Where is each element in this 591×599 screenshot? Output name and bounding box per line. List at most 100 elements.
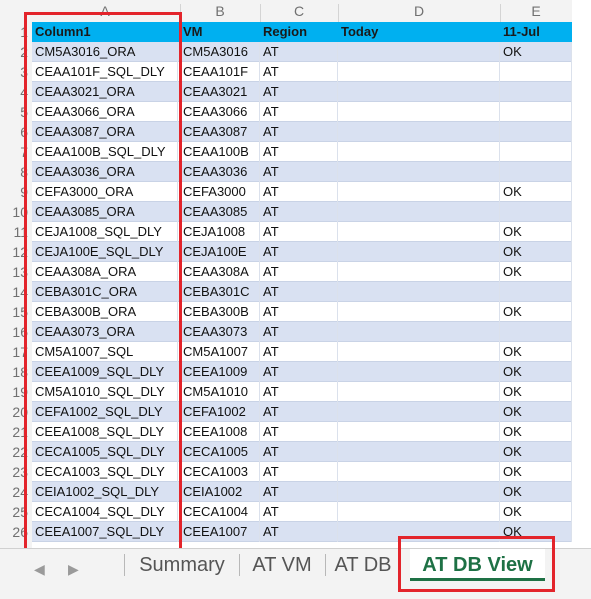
header-cell-region[interactable]: Region [260, 22, 338, 42]
cell-region[interactable]: AT [260, 102, 338, 122]
cell-region[interactable]: AT [260, 382, 338, 402]
cell-date[interactable]: OK [500, 302, 572, 322]
cell-vm[interactable]: CEAA3073 [180, 322, 260, 342]
cell-region[interactable]: AT [260, 502, 338, 522]
cell-region[interactable]: AT [260, 322, 338, 342]
cell-date[interactable]: OK [500, 262, 572, 282]
header-cell-date[interactable]: 11-Jul [500, 22, 572, 42]
cell-date[interactable]: OK [500, 422, 572, 442]
cell-vm[interactable]: CEAA3036 [180, 162, 260, 182]
cell-vm[interactable]: CEEA1009 [180, 362, 260, 382]
cell-today[interactable] [338, 202, 500, 222]
cell-date[interactable]: OK [500, 342, 572, 362]
tab-summary[interactable]: Summary [127, 549, 237, 581]
cell-date[interactable]: OK [500, 402, 572, 422]
cell-today[interactable] [338, 502, 500, 522]
cell-vm[interactable]: CEFA3000 [180, 182, 260, 202]
cell-vm[interactable]: CEEA1007 [180, 522, 260, 542]
cell-vm[interactable]: CEAA101F [180, 62, 260, 82]
column-header-c[interactable]: C [260, 0, 338, 22]
cell-vm[interactable]: CECA1004 [180, 502, 260, 522]
cell-vm[interactable]: CEAA3066 [180, 102, 260, 122]
column-header-e[interactable]: E [500, 0, 572, 22]
tab-at-vm[interactable]: AT VM [241, 549, 323, 581]
cell-vm[interactable]: CEBA300B [180, 302, 260, 322]
cell-region[interactable]: AT [260, 302, 338, 322]
cell-date[interactable] [500, 162, 572, 182]
cell-region[interactable]: AT [260, 222, 338, 242]
cell-today[interactable] [338, 302, 500, 322]
cell-date[interactable] [500, 282, 572, 302]
cell-vm[interactable]: CEIA1002 [180, 482, 260, 502]
cell-today[interactable] [338, 482, 500, 502]
cell-today[interactable] [338, 42, 500, 62]
cell-vm[interactable]: CM5A1007 [180, 342, 260, 362]
cell-date[interactable] [500, 122, 572, 142]
cell-today[interactable] [338, 182, 500, 202]
cell-region[interactable]: AT [260, 202, 338, 222]
cell-date[interactable]: OK [500, 362, 572, 382]
cell-region[interactable]: AT [260, 122, 338, 142]
cell-vm[interactable]: CEFA1002 [180, 402, 260, 422]
cell-region[interactable]: AT [260, 462, 338, 482]
cell-today[interactable] [338, 362, 500, 382]
cell-date[interactable]: OK [500, 462, 572, 482]
cell-date[interactable] [500, 142, 572, 162]
cell-region[interactable]: AT [260, 82, 338, 102]
cell-today[interactable] [338, 342, 500, 362]
cell-today[interactable] [338, 282, 500, 302]
cell-region[interactable]: AT [260, 422, 338, 442]
cell-vm[interactable]: CEEA1008 [180, 422, 260, 442]
cell-region[interactable]: AT [260, 342, 338, 362]
cell-date[interactable]: OK [500, 182, 572, 202]
cell-date[interactable]: OK [500, 222, 572, 242]
cell-region[interactable]: AT [260, 182, 338, 202]
cell-vm[interactable]: CM5A1010 [180, 382, 260, 402]
cell-date[interactable] [500, 202, 572, 222]
cell-vm[interactable]: CEBA301C [180, 282, 260, 302]
cell-date[interactable] [500, 322, 572, 342]
cell-region[interactable]: AT [260, 62, 338, 82]
cell-date[interactable] [500, 62, 572, 82]
cell-vm[interactable]: CEAA3021 [180, 82, 260, 102]
cell-region[interactable]: AT [260, 42, 338, 62]
cell-today[interactable] [338, 382, 500, 402]
cell-vm[interactable]: CEAA100B [180, 142, 260, 162]
cell-region[interactable]: AT [260, 402, 338, 422]
column-header-b[interactable]: B [180, 0, 260, 22]
cell-date[interactable]: OK [500, 42, 572, 62]
cell-today[interactable] [338, 242, 500, 262]
column-header-d[interactable]: D [338, 0, 500, 22]
header-cell-vm[interactable]: VM [180, 22, 260, 42]
cell-today[interactable] [338, 462, 500, 482]
cell-today[interactable] [338, 82, 500, 102]
cell-date[interactable]: OK [500, 242, 572, 262]
cell-vm[interactable]: CECA1003 [180, 462, 260, 482]
cell-date[interactable]: OK [500, 502, 572, 522]
cell-region[interactable]: AT [260, 482, 338, 502]
cell-region[interactable]: AT [260, 242, 338, 262]
cell-today[interactable] [338, 102, 500, 122]
header-cell-today[interactable]: Today [338, 22, 500, 42]
scroll-tabs-right-icon[interactable]: ▶ [68, 561, 79, 578]
scroll-tabs-left-icon[interactable]: ◀ [34, 561, 45, 578]
cell-vm[interactable]: CEAA3087 [180, 122, 260, 142]
tab-at-db[interactable]: AT DB [327, 549, 399, 581]
cell-today[interactable] [338, 442, 500, 462]
cell-today[interactable] [338, 142, 500, 162]
cell-vm[interactable]: CEJA1008 [180, 222, 260, 242]
cell-vm[interactable]: CM5A3016 [180, 42, 260, 62]
cell-today[interactable] [338, 422, 500, 442]
cell-region[interactable]: AT [260, 162, 338, 182]
cell-region[interactable]: AT [260, 522, 338, 542]
cell-today[interactable] [338, 122, 500, 142]
cell-vm[interactable]: CECA1005 [180, 442, 260, 462]
cell-date[interactable] [500, 102, 572, 122]
cell-region[interactable]: AT [260, 442, 338, 462]
cell-region[interactable]: AT [260, 362, 338, 382]
cell-today[interactable] [338, 222, 500, 242]
cell-vm[interactable]: CEAA308A [180, 262, 260, 282]
cell-date[interactable] [500, 82, 572, 102]
cell-today[interactable] [338, 62, 500, 82]
cell-region[interactable]: AT [260, 262, 338, 282]
